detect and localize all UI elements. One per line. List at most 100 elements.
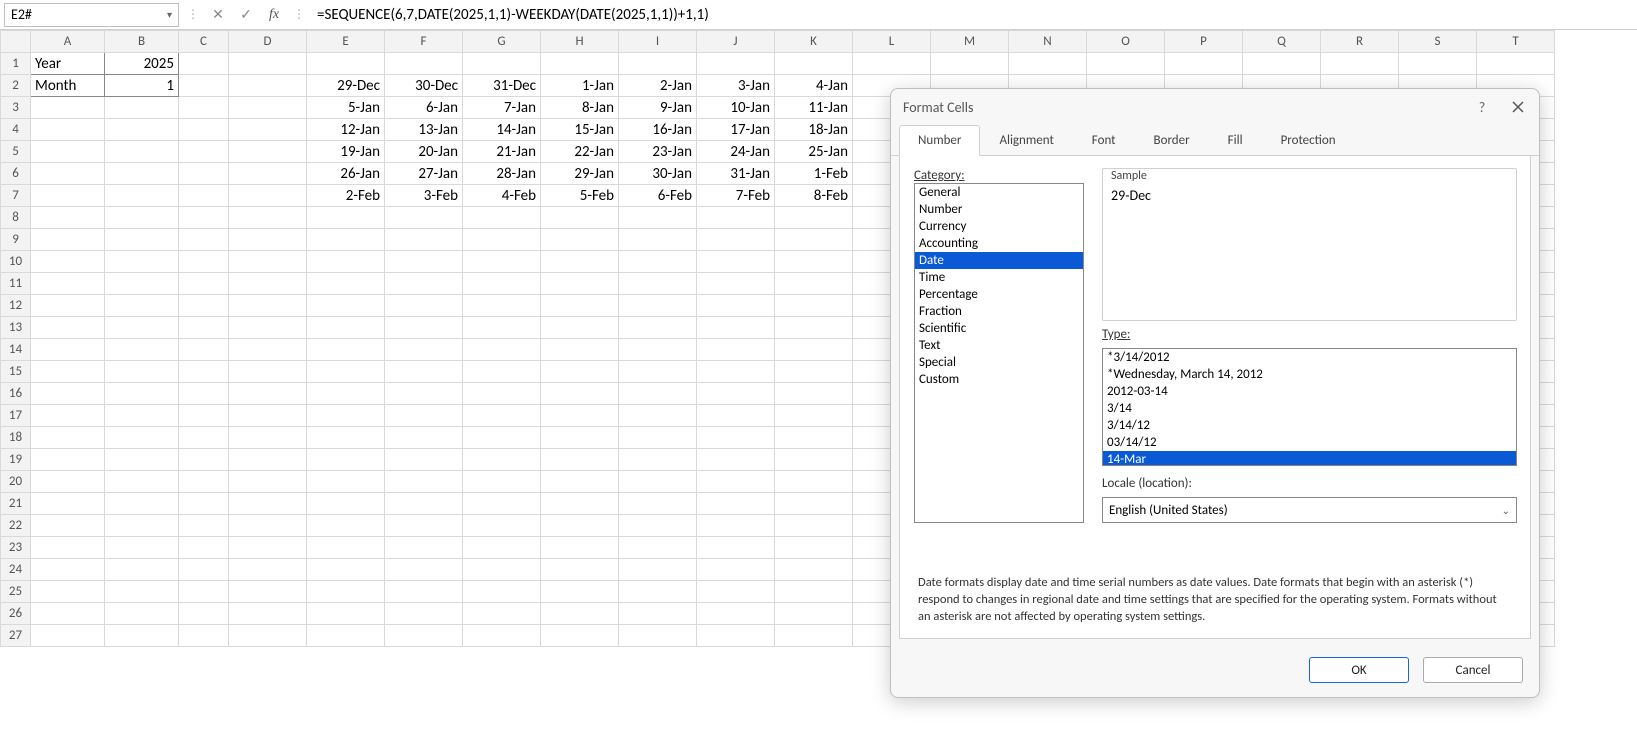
cell[interactable] bbox=[179, 185, 229, 207]
cell[interactable] bbox=[179, 229, 229, 251]
column-header[interactable]: F bbox=[385, 31, 463, 53]
row-header[interactable]: 9 bbox=[1, 229, 31, 251]
cell[interactable] bbox=[697, 625, 775, 647]
cell[interactable] bbox=[385, 625, 463, 647]
column-header[interactable]: C bbox=[179, 31, 229, 53]
cell[interactable]: 8-Feb bbox=[775, 185, 853, 207]
row-header[interactable]: 25 bbox=[1, 581, 31, 603]
cell[interactable] bbox=[541, 471, 619, 493]
cell[interactable] bbox=[307, 317, 385, 339]
cell[interactable]: 31-Jan bbox=[697, 163, 775, 185]
cell[interactable] bbox=[619, 603, 697, 625]
cell[interactable] bbox=[463, 559, 541, 581]
cell[interactable] bbox=[307, 273, 385, 295]
cell[interactable] bbox=[229, 493, 307, 515]
cell[interactable] bbox=[229, 625, 307, 647]
cell[interactable] bbox=[179, 339, 229, 361]
category-item[interactable]: Accounting bbox=[915, 235, 1083, 252]
cell[interactable]: Year bbox=[31, 53, 105, 75]
cell[interactable] bbox=[31, 317, 105, 339]
cell[interactable] bbox=[31, 97, 105, 119]
cell[interactable] bbox=[541, 295, 619, 317]
cell[interactable]: 1-Feb bbox=[775, 163, 853, 185]
cell[interactable] bbox=[697, 317, 775, 339]
cell[interactable] bbox=[307, 581, 385, 603]
type-item[interactable]: 3/14 bbox=[1103, 400, 1516, 417]
category-item[interactable]: Number bbox=[915, 201, 1083, 218]
row-header[interactable]: 11 bbox=[1, 273, 31, 295]
row-header[interactable]: 4 bbox=[1, 119, 31, 141]
cell[interactable]: 10-Jan bbox=[697, 97, 775, 119]
cell[interactable] bbox=[31, 339, 105, 361]
cell[interactable] bbox=[541, 537, 619, 559]
cell[interactable] bbox=[541, 317, 619, 339]
cell[interactable] bbox=[385, 471, 463, 493]
cell[interactable] bbox=[179, 119, 229, 141]
cell[interactable] bbox=[31, 493, 105, 515]
type-item[interactable]: 14-Mar bbox=[1103, 451, 1516, 466]
cell[interactable] bbox=[385, 361, 463, 383]
cell[interactable] bbox=[775, 383, 853, 405]
cell[interactable] bbox=[105, 97, 179, 119]
category-item[interactable]: General bbox=[915, 184, 1083, 201]
row-header[interactable]: 6 bbox=[1, 163, 31, 185]
tab-fill[interactable]: Fill bbox=[1209, 125, 1262, 156]
cell[interactable] bbox=[463, 53, 541, 75]
cell[interactable] bbox=[105, 339, 179, 361]
cell[interactable] bbox=[31, 251, 105, 273]
cell[interactable]: 19-Jan bbox=[307, 141, 385, 163]
cell[interactable] bbox=[463, 251, 541, 273]
cell[interactable] bbox=[179, 361, 229, 383]
cell[interactable] bbox=[179, 471, 229, 493]
cell[interactable] bbox=[931, 53, 1009, 75]
accept-formula-icon[interactable]: ✓ bbox=[235, 4, 257, 26]
close-icon[interactable] bbox=[1509, 98, 1527, 116]
category-listbox[interactable]: GeneralNumberCurrencyAccountingDateTimeP… bbox=[914, 183, 1084, 523]
cell[interactable] bbox=[179, 317, 229, 339]
cell[interactable]: 22-Jan bbox=[541, 141, 619, 163]
cell[interactable] bbox=[619, 361, 697, 383]
cell[interactable] bbox=[619, 625, 697, 647]
cell[interactable] bbox=[307, 559, 385, 581]
cell[interactable] bbox=[229, 383, 307, 405]
cell[interactable] bbox=[179, 493, 229, 515]
cell[interactable] bbox=[775, 493, 853, 515]
cell[interactable]: 20-Jan bbox=[385, 141, 463, 163]
cell[interactable] bbox=[31, 383, 105, 405]
cell[interactable] bbox=[619, 251, 697, 273]
cell[interactable] bbox=[229, 339, 307, 361]
cell[interactable] bbox=[179, 449, 229, 471]
cell[interactable]: 21-Jan bbox=[463, 141, 541, 163]
cell[interactable] bbox=[697, 515, 775, 537]
cell[interactable]: 15-Jan bbox=[541, 119, 619, 141]
cell[interactable] bbox=[385, 603, 463, 625]
tab-number[interactable]: Number bbox=[899, 125, 980, 156]
cell[interactable] bbox=[229, 537, 307, 559]
cell[interactable]: 1-Jan bbox=[541, 75, 619, 97]
cell[interactable] bbox=[105, 493, 179, 515]
cancel-formula-icon[interactable]: ✕ bbox=[207, 4, 229, 26]
cell[interactable] bbox=[541, 207, 619, 229]
cell[interactable]: 18-Jan bbox=[775, 119, 853, 141]
cell[interactable] bbox=[105, 229, 179, 251]
row-header[interactable]: 26 bbox=[1, 603, 31, 625]
cell[interactable] bbox=[697, 427, 775, 449]
category-item[interactable]: Time bbox=[915, 269, 1083, 286]
row-header[interactable]: 15 bbox=[1, 361, 31, 383]
column-header[interactable]: O bbox=[1087, 31, 1165, 53]
cell[interactable] bbox=[229, 119, 307, 141]
cell[interactable] bbox=[31, 603, 105, 625]
cell[interactable] bbox=[541, 405, 619, 427]
cell[interactable] bbox=[105, 361, 179, 383]
cell[interactable] bbox=[619, 273, 697, 295]
cell[interactable]: 6-Jan bbox=[385, 97, 463, 119]
type-item[interactable]: *3/14/2012 bbox=[1103, 349, 1516, 366]
cell[interactable] bbox=[697, 471, 775, 493]
cell[interactable] bbox=[1009, 53, 1087, 75]
cell[interactable] bbox=[31, 273, 105, 295]
cell[interactable] bbox=[31, 207, 105, 229]
cell[interactable] bbox=[1477, 53, 1555, 75]
locale-select[interactable]: English (United States) ⌄ bbox=[1102, 497, 1517, 523]
cell[interactable] bbox=[105, 251, 179, 273]
cell[interactable]: 26-Jan bbox=[307, 163, 385, 185]
